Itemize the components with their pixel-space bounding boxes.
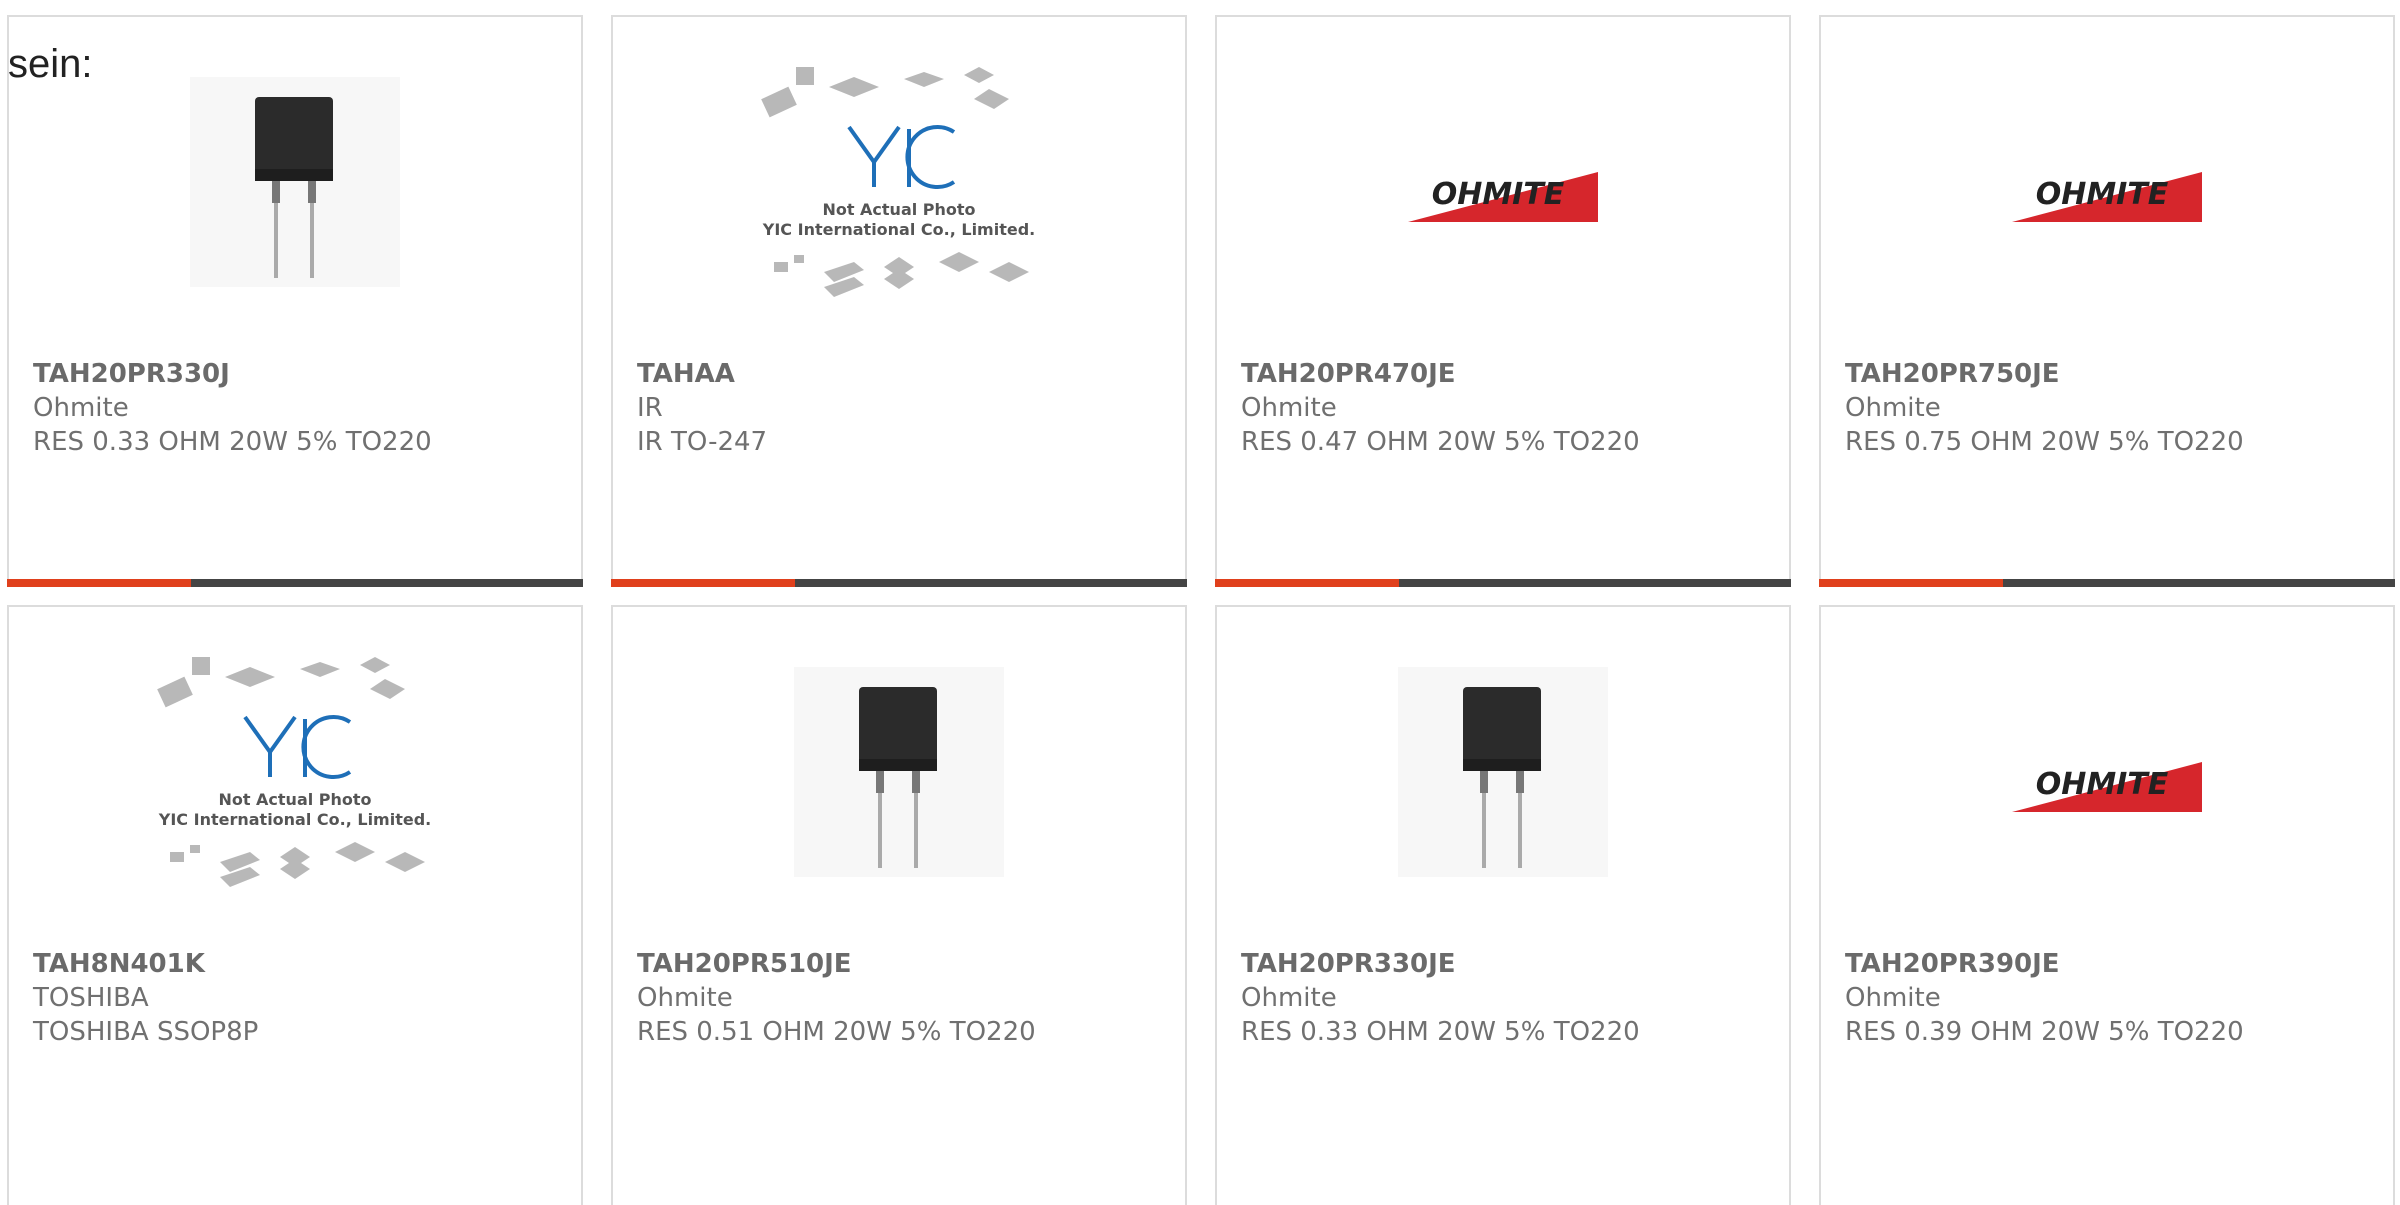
brand-name: IR xyxy=(637,393,663,423)
product-card[interactable]: OHMITE TAH20PR390JE Ohmite RES 0.39 OHM … xyxy=(1819,605,2395,1205)
resistor-photo xyxy=(794,667,1004,877)
brand-name: TOSHIBA xyxy=(33,983,149,1013)
card-accent-bar xyxy=(1819,579,2395,587)
product-meta: TAH20PR330J Ohmite RES 0.33 OHM 20W 5% T… xyxy=(33,357,432,459)
brand-name: Ohmite xyxy=(1241,983,1337,1013)
product-meta: TAHAA IR IR TO-247 xyxy=(637,357,767,459)
product-image: OHMITE xyxy=(1821,667,2393,877)
product-description: RES 0.75 OHM 20W 5% TO220 xyxy=(1845,427,2244,457)
product-image xyxy=(9,77,581,287)
part-number[interactable]: TAH20PR330JE xyxy=(1241,947,1640,981)
placeholder-line1: Not Actual Photo xyxy=(822,200,975,219)
placeholder-photo: Not Actual Photo YIC International Co., … xyxy=(157,657,431,887)
product-card[interactable]: Not Actual Photo YIC International Co., … xyxy=(7,605,583,1205)
product-image xyxy=(1217,667,1789,877)
card-accent-bar xyxy=(1215,579,1791,587)
product-description: IR TO-247 xyxy=(637,427,768,457)
placeholder-line2: YIC International Co., Limited. xyxy=(762,220,1035,239)
product-card[interactable]: OHMITE TAH20PR470JE Ohmite RES 0.47 OHM … xyxy=(1215,15,1791,587)
part-number[interactable]: TAH20PR750JE xyxy=(1845,357,2244,391)
product-card[interactable]: Not Actual Photo YIC International Co., … xyxy=(611,15,1187,587)
intro-text: sein: xyxy=(8,42,93,86)
product-image xyxy=(613,667,1185,877)
part-number[interactable]: TAH20PR390JE xyxy=(1845,947,2244,981)
product-card[interactable]: TAH20PR510JE Ohmite RES 0.51 OHM 20W 5% … xyxy=(611,605,1187,1205)
part-number[interactable]: TAH20PR330J xyxy=(33,357,432,391)
part-number[interactable]: TAH8N401K xyxy=(33,947,258,981)
product-meta: TAH8N401K TOSHIBA TOSHIBA SSOP8P xyxy=(33,947,258,1049)
part-number[interactable]: TAH20PR470JE xyxy=(1241,357,1640,391)
brand-name: Ohmite xyxy=(1845,983,1941,1013)
brand-name: Ohmite xyxy=(1845,393,1941,423)
product-image: Not Actual Photo YIC International Co., … xyxy=(613,67,1185,297)
part-number[interactable]: TAHAA xyxy=(637,357,767,391)
product-description: RES 0.33 OHM 20W 5% TO220 xyxy=(1241,1017,1640,1047)
product-grid: TAH20PR330J Ohmite RES 0.33 OHM 20W 5% T… xyxy=(0,0,2400,1205)
product-description: RES 0.39 OHM 20W 5% TO220 xyxy=(1845,1017,2244,1047)
product-card[interactable]: TAH20PR330J Ohmite RES 0.33 OHM 20W 5% T… xyxy=(7,15,583,587)
ohmite-logo: OHMITE xyxy=(2012,762,2202,812)
product-card[interactable]: OHMITE TAH20PR750JE Ohmite RES 0.75 OHM … xyxy=(1819,15,2395,587)
brand-name: Ohmite xyxy=(1241,393,1337,423)
ohmite-logo-text: OHMITE xyxy=(1432,177,1565,212)
product-description: RES 0.33 OHM 20W 5% TO220 xyxy=(33,427,432,457)
brand-name: Ohmite xyxy=(33,393,129,423)
product-description: RES 0.47 OHM 20W 5% TO220 xyxy=(1241,427,1640,457)
product-image: OHMITE xyxy=(1217,77,1789,287)
placeholder-photo: Not Actual Photo YIC International Co., … xyxy=(761,67,1035,297)
product-meta: TAH20PR390JE Ohmite RES 0.39 OHM 20W 5% … xyxy=(1845,947,2244,1049)
card-accent-bar xyxy=(611,579,1187,587)
product-meta: TAH20PR750JE Ohmite RES 0.75 OHM 20W 5% … xyxy=(1845,357,2244,459)
ohmite-logo: OHMITE xyxy=(2012,172,2202,222)
brand-name: Ohmite xyxy=(637,983,733,1013)
placeholder-line2: YIC International Co., Limited. xyxy=(158,810,431,829)
card-accent-bar xyxy=(7,579,583,587)
resistor-photo xyxy=(1398,667,1608,877)
placeholder-line1: Not Actual Photo xyxy=(218,790,371,809)
product-description: RES 0.51 OHM 20W 5% TO220 xyxy=(637,1017,1036,1047)
product-description: TOSHIBA SSOP8P xyxy=(33,1017,259,1047)
product-card[interactable]: TAH20PR330JE Ohmite RES 0.33 OHM 20W 5% … xyxy=(1215,605,1791,1205)
product-meta: TAH20PR330JE Ohmite RES 0.33 OHM 20W 5% … xyxy=(1241,947,1640,1049)
resistor-photo xyxy=(190,77,400,287)
product-meta: TAH20PR470JE Ohmite RES 0.47 OHM 20W 5% … xyxy=(1241,357,1640,459)
ohmite-logo-text: OHMITE xyxy=(2036,177,2169,212)
part-number[interactable]: TAH20PR510JE xyxy=(637,947,1036,981)
product-image: OHMITE xyxy=(1821,77,2393,287)
product-meta: TAH20PR510JE Ohmite RES 0.51 OHM 20W 5% … xyxy=(637,947,1036,1049)
ohmite-logo-text: OHMITE xyxy=(2036,767,2169,802)
product-image: Not Actual Photo YIC International Co., … xyxy=(9,657,581,887)
ohmite-logo: OHMITE xyxy=(1408,172,1598,222)
